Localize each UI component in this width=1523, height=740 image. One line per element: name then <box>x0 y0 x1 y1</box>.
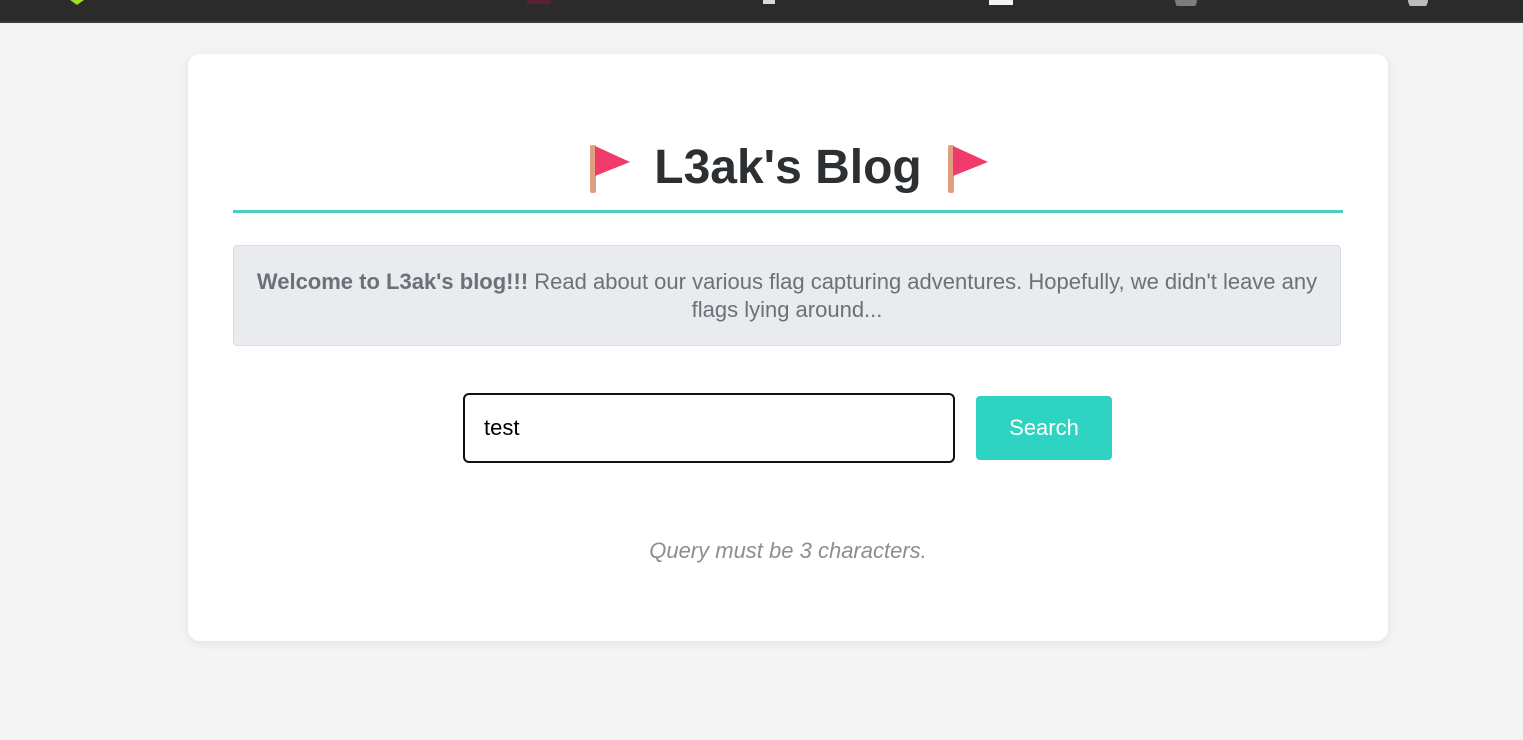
bookmark-favicon-white-icon[interactable] <box>989 0 1013 6</box>
triangular-flag-icon <box>590 145 631 193</box>
bookmark-favicon-gray-icon[interactable] <box>1174 0 1198 6</box>
search-button[interactable]: Search <box>976 396 1112 460</box>
bookmark-favicon-green-icon[interactable] <box>68 0 86 6</box>
triangular-flag-icon <box>947 145 988 193</box>
search-input[interactable] <box>463 393 955 463</box>
welcome-heading: Welcome to L3ak's blog!!! <box>256 268 529 294</box>
browser-bookmarks-bar <box>0 0 1523 23</box>
welcome-notice: Welcome to L3ak's blog!!! Read about our… <box>233 245 1341 346</box>
welcome-body: Read about our various flag capturing ad… <box>534 268 1318 322</box>
validation-message: Query must be 3 characters. <box>649 538 927 563</box>
bookmark-favicon-dark-icon[interactable] <box>527 0 551 5</box>
welcome-text: Welcome to L3ak's blog!!! Read about our… <box>254 268 1320 324</box>
bookmark-favicon-light-gray-icon[interactable] <box>1407 0 1429 6</box>
bookmark-favicon-light-icon[interactable] <box>762 0 776 5</box>
title-divider <box>233 210 1343 213</box>
page-header: L3ak's Blog <box>233 138 1343 198</box>
page-title: L3ak's Blog <box>654 141 922 194</box>
blog-card: L3ak's Blog Welcome to L3ak's blog!!! Re… <box>188 54 1388 641</box>
